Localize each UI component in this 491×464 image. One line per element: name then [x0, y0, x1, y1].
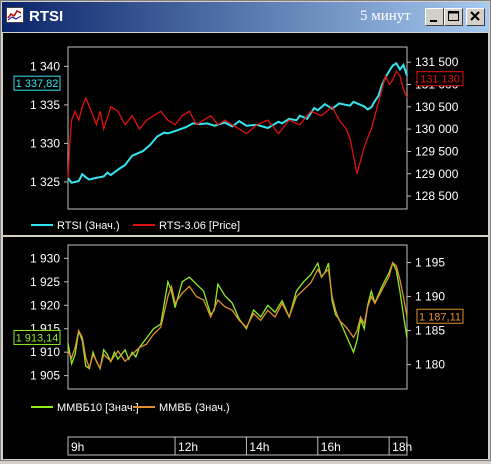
left-tick-label: 1 905: [30, 369, 60, 383]
legend-label: ММВБ (Знач.): [159, 402, 230, 414]
right-tick-label: 130 000: [415, 122, 459, 136]
mmvb-chart[interactable]: 1 9301 9251 9201 9151 9101 9051 1951 190…: [3, 237, 488, 435]
lower-chart-panel[interactable]: 1 930 1 925 1 920 1 915 1 910 1 905 1 195 1 190…: [3, 237, 488, 435]
legend-label: ММВБ10 [Знач.]: [57, 402, 139, 414]
left-current-value: 1 337,82: [16, 78, 59, 90]
right-tick-label: 1 195: [415, 256, 445, 270]
minimize-button[interactable]: [425, 8, 444, 26]
right-tick-label: 130 500: [415, 100, 459, 114]
right-tick-label: 1 190: [415, 290, 445, 304]
left-tick-label: 1 335: [30, 98, 60, 112]
close-icon: [470, 11, 480, 21]
right-tick-label: 128 500: [415, 189, 459, 203]
time-tick-label: 16h: [321, 440, 341, 454]
title-bar[interactable]: RTSI 5 минут: [2, 2, 489, 32]
left-tick-label: 1 325: [30, 175, 60, 189]
time-axis-panel: 9h 12h 14h 16h 18h: [3, 435, 488, 459]
chart-window: RTSI 5 минут 1 340 1 335 1 330 1 325 131 500…: [0, 0, 491, 461]
left-tick-label: 1 330: [30, 136, 60, 150]
chart-app-icon[interactable]: [6, 7, 24, 23]
right-tick-label: 129 500: [415, 144, 459, 158]
time-tick-label: 14h: [249, 440, 269, 454]
close-button[interactable]: [466, 8, 485, 26]
series-line-2: [67, 69, 408, 179]
left-tick-label: 1 925: [30, 275, 60, 289]
right-tick-label: 1 185: [415, 324, 445, 338]
left-tick-label: 1 920: [30, 298, 60, 312]
time-tick-label: 18h: [392, 440, 412, 454]
right-current-value: 1 187,11: [419, 311, 461, 323]
left-current-value: 1 913,14: [16, 332, 59, 344]
left-tick-label: 1 930: [30, 251, 60, 265]
right-tick-label: 131 500: [415, 55, 459, 69]
time-axis: 9h 12h 14h 16h 18h: [67, 436, 412, 456]
right-tick-label: 1 180: [415, 358, 445, 372]
legend-label: RTS-3.06 [Price]: [159, 220, 240, 232]
left-tick-label: 1 910: [30, 345, 60, 359]
legend-label: RTSI (Знач.): [57, 220, 120, 232]
right-current-value: 131 130: [420, 74, 460, 86]
maximize-button[interactable]: [444, 8, 463, 26]
time-tick-label: 9h: [71, 440, 84, 454]
rtsi-chart[interactable]: 1 3401 3351 3301 325131 500131 000130 50…: [3, 33, 488, 235]
minimize-icon: [430, 20, 437, 22]
upper-chart-panel[interactable]: 1 3401 3351 3301 325131 500131 000130 50…: [3, 33, 488, 235]
time-tick-label: 12h: [178, 440, 198, 454]
left-tick-label: 1 340: [30, 59, 60, 73]
window-title: RTSI: [29, 8, 64, 25]
right-tick-label: 129 000: [415, 167, 459, 181]
series-line-1: [67, 61, 408, 184]
time-axis-frame: [67, 436, 408, 456]
period-label: 5 минут: [360, 8, 411, 24]
